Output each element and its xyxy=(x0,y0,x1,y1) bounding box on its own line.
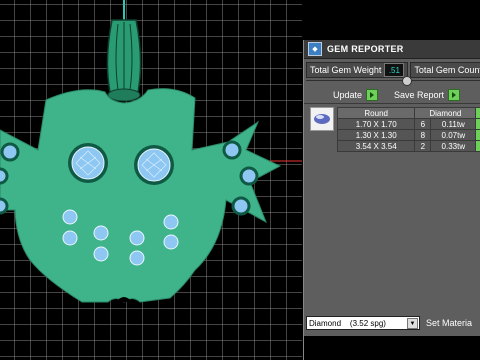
total-weight-field: Total Gem Weight .51 xyxy=(306,62,409,78)
large-stone-right xyxy=(134,145,174,185)
total-weight-value: .51 xyxy=(384,63,405,77)
row-indicator[interactable] xyxy=(475,129,480,141)
separator xyxy=(304,103,480,104)
save-report-button[interactable]: Save Report xyxy=(394,88,461,101)
gem-reporter-panel: ◆ GEM REPORTER Total Gem Weight .51 Tota… xyxy=(303,40,480,360)
divider-knob-icon[interactable] xyxy=(402,76,412,86)
large-stone-left xyxy=(68,143,108,183)
cell-size: 3.54 X 3.54 xyxy=(336,140,416,152)
divider xyxy=(306,80,480,81)
cell-count: 6 xyxy=(414,118,432,130)
update-button[interactable]: Update xyxy=(333,88,379,101)
cell-count: 2 xyxy=(414,140,432,152)
total-weight-label: Total Gem Weight xyxy=(310,65,382,75)
panel-title: GEM REPORTER xyxy=(327,44,404,54)
table-row[interactable]: 1.30 X 1.30 8 0.07tw xyxy=(336,129,480,141)
actions-row: Update Save Report xyxy=(304,88,480,101)
cell-size: 1.30 X 1.30 xyxy=(336,129,416,141)
gem-table: Round Diamond 1.70 X 1.70 6 0.11tw 1.30 … xyxy=(336,107,480,152)
play-icon[interactable] xyxy=(448,88,461,101)
update-label: Update xyxy=(333,89,363,100)
cell-weight: 0.11tw xyxy=(430,118,477,130)
table-row[interactable]: 3.54 X 3.54 2 0.33tw xyxy=(336,140,480,152)
cell-weight: 0.07tw xyxy=(430,129,477,141)
table-row[interactable]: 1.70 X 1.70 6 0.11tw xyxy=(336,118,480,130)
3d-viewport[interactable] xyxy=(0,0,302,360)
column-header: Round xyxy=(336,107,416,119)
pendant-model xyxy=(0,0,302,303)
stone-thumbnail-icon xyxy=(310,107,334,131)
cell-size: 1.70 X 1.70 xyxy=(336,118,416,130)
material-select-value: Diamond (3.52 spg) xyxy=(309,318,386,328)
play-icon[interactable] xyxy=(366,88,379,101)
cell-count: 8 xyxy=(414,129,432,141)
set-material-button[interactable]: Set Materia xyxy=(426,318,472,328)
panel-footer xyxy=(304,336,480,360)
row-indicator xyxy=(475,107,480,119)
total-count-field: Total Gem Count xyxy=(410,62,480,78)
table-header-row: Round Diamond xyxy=(336,107,480,119)
save-report-label: Save Report xyxy=(394,89,445,100)
pendant-body xyxy=(0,88,282,303)
row-indicator[interactable] xyxy=(475,140,480,152)
chevron-down-icon[interactable]: ▼ xyxy=(407,318,418,329)
panel-header: ◆ GEM REPORTER xyxy=(304,40,480,59)
material-select[interactable]: Diamond (3.52 spg) ▼ xyxy=(306,316,420,330)
stats-row: Total Gem Weight .51 Total Gem Count xyxy=(306,62,480,78)
cell-weight: 0.33tw xyxy=(430,140,477,152)
column-header: Diamond xyxy=(414,107,477,119)
gem-reporter-icon: ◆ xyxy=(308,42,322,56)
total-count-label: Total Gem Count xyxy=(414,65,480,75)
material-bar: Diamond (3.52 spg) ▼ Set Materia xyxy=(306,316,472,330)
row-indicator[interactable] xyxy=(475,118,480,130)
